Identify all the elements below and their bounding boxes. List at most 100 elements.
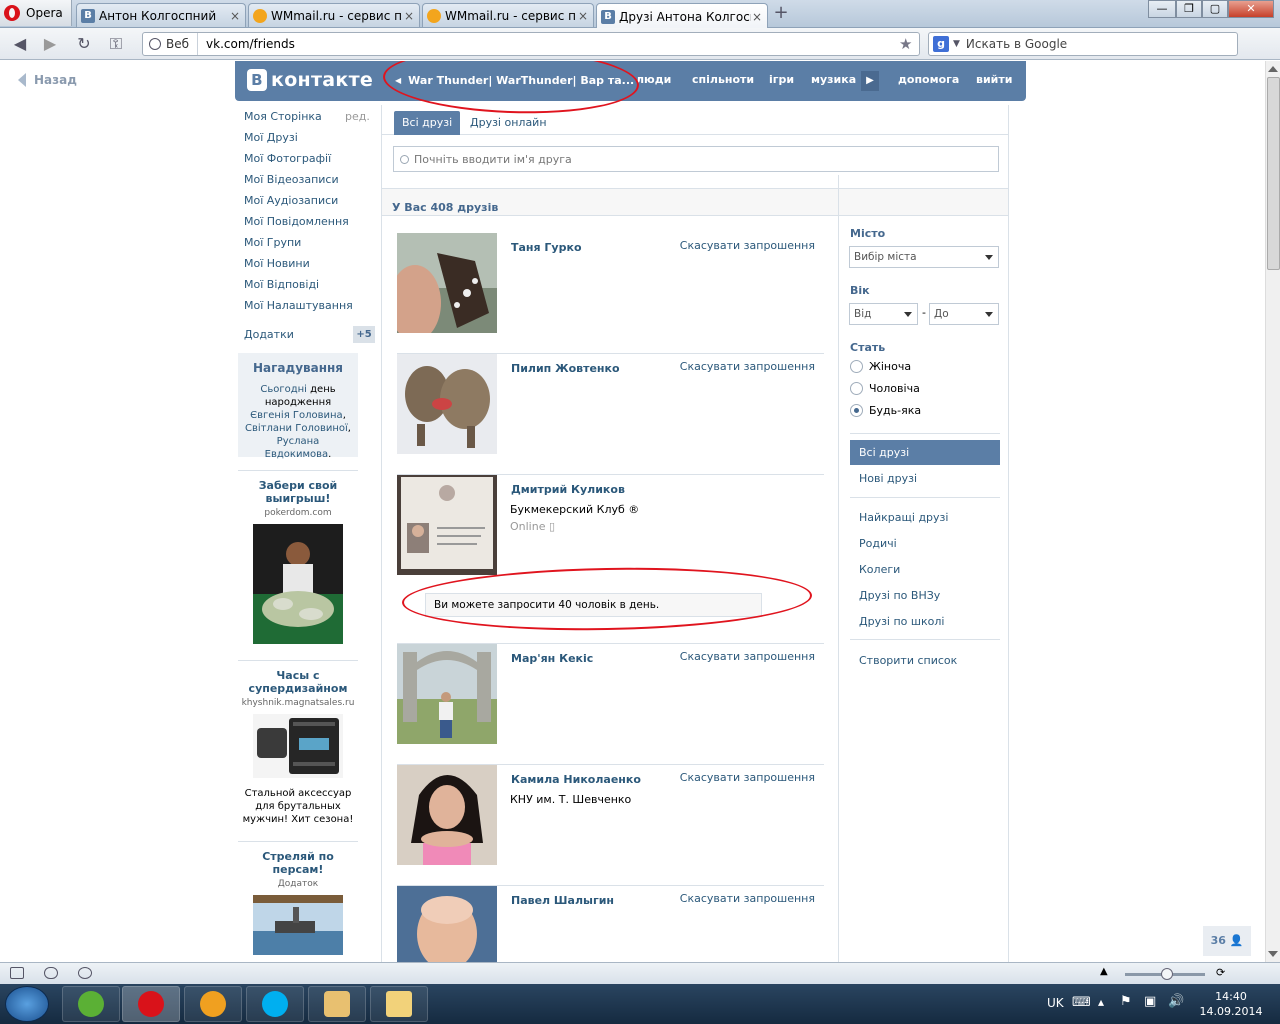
nav-communities[interactable]: спільноти	[692, 73, 754, 86]
chevron-down-icon[interactable]: ▼	[953, 39, 960, 49]
ad-block[interactable]: Забери свой выигрыш! pokerdom.com	[238, 470, 358, 647]
ad-title[interactable]: Забери свой выигрыш!	[238, 471, 358, 505]
game-ticker[interactable]: ◀ War Thunder| WarThunder| Вар та...	[385, 67, 634, 93]
url-text[interactable]: vk.com/friends	[198, 37, 899, 51]
key-icon[interactable]: ⚿	[106, 34, 126, 54]
cloud-icon[interactable]	[44, 967, 58, 979]
menu-my-audio[interactable]: Мої Аудіозаписи	[244, 194, 376, 215]
chevron-right-icon[interactable]: ▶	[861, 71, 879, 91]
tab-all-friends[interactable]: Всі друзі	[394, 111, 461, 135]
ad-block[interactable]: Стреляй по персам! Додаток	[238, 841, 358, 958]
radio-label[interactable]: Чоловіча	[869, 382, 920, 395]
apps-row[interactable]: Додатки +5	[244, 326, 376, 343]
edit-menu-link[interactable]: ред.	[345, 110, 370, 123]
radio-label[interactable]: Будь-яка	[869, 404, 921, 417]
view-icon[interactable]: ▲	[1100, 966, 1108, 977]
zoom-slider[interactable]	[1125, 968, 1205, 980]
friend-name[interactable]: Дмитрий Куликов	[511, 483, 625, 496]
browser-tab-active[interactable]: B Друзі Антона Колгосп... ×	[596, 3, 768, 29]
friend-name[interactable]: Таня Гурко	[511, 241, 582, 254]
aimp-taskbar-button[interactable]	[184, 986, 242, 1022]
friend-search-input[interactable]: Почніть вводити ім'я друга	[393, 146, 999, 172]
nav-music[interactable]: музика	[811, 73, 856, 86]
filter-relatives[interactable]: Родичі	[850, 531, 1000, 556]
close-window-button[interactable]: ✕	[1228, 0, 1274, 18]
cancel-request-link[interactable]: Скасувати запрошення	[680, 771, 815, 784]
scroll-up-icon[interactable]	[1268, 66, 1278, 72]
ad-title[interactable]: Стреляй по персам!	[238, 842, 358, 876]
tab-friends-online[interactable]: Друзі онлайн	[462, 111, 555, 135]
filter-school-friends[interactable]: Друзі по школі	[850, 609, 1000, 634]
back-link[interactable]: Назад	[18, 73, 77, 87]
apps-count-badge[interactable]: +5	[353, 326, 375, 343]
menu-my-videos[interactable]: Мої Відеозаписи	[244, 173, 376, 194]
close-icon[interactable]: ×	[577, 9, 589, 23]
maximize-button[interactable]: ▢	[1202, 0, 1228, 18]
close-icon[interactable]: ×	[751, 10, 763, 24]
new-tab-button[interactable]: +	[772, 4, 790, 23]
vk-logo[interactable]: В контакте	[247, 69, 373, 91]
filter-colleagues[interactable]: Колеги	[850, 557, 1000, 582]
menu-my-photos[interactable]: Мої Фотографії	[244, 152, 376, 173]
google-icon[interactable]: g	[933, 36, 949, 52]
radio-icon[interactable]	[850, 382, 863, 395]
skype-taskbar-button[interactable]	[246, 986, 304, 1022]
cancel-request-link[interactable]: Скасувати запрошення	[680, 650, 815, 663]
language-indicator[interactable]: UK	[1047, 996, 1064, 1010]
avatar[interactable]	[397, 354, 497, 454]
menu-my-friends[interactable]: Мої Друзі	[244, 131, 376, 152]
restore-button[interactable]: ❐	[1176, 0, 1202, 18]
ad-image[interactable]	[253, 895, 343, 955]
speed-dial-icon[interactable]	[78, 967, 92, 979]
cancel-request-link[interactable]: Скасувати запрошення	[680, 360, 815, 373]
game-title[interactable]: War Thunder| WarThunder| Вар та...	[408, 74, 634, 87]
avatar[interactable]	[397, 475, 497, 575]
paint-taskbar-button[interactable]	[308, 986, 366, 1022]
back-arrow-icon[interactable]: ◀	[10, 34, 30, 54]
bookmark-star-icon[interactable]: ★	[899, 35, 919, 53]
radio-icon[interactable]	[850, 360, 863, 373]
city-select[interactable]: Вибір міста	[849, 246, 999, 268]
keyboard-icon[interactable]: ⌨	[1072, 995, 1091, 1010]
flag-icon[interactable]: ⚑	[1120, 994, 1132, 1009]
friend-name[interactable]: Павел Шалыгин	[511, 894, 614, 907]
network-icon[interactable]: ▣	[1144, 994, 1156, 1009]
page-scrollbar[interactable]	[1265, 61, 1280, 962]
friend-name[interactable]: Мар'ян Кекіс	[511, 652, 593, 665]
filter-all-friends[interactable]: Всі друзі	[850, 440, 1000, 465]
reminder-person-link[interactable]: Світлани Головиної	[245, 423, 348, 434]
start-button[interactable]	[5, 986, 49, 1022]
close-icon[interactable]: ×	[229, 9, 241, 23]
web-badge[interactable]: Веб	[143, 33, 199, 55]
panel-toggle-icon[interactable]	[10, 967, 24, 979]
chevron-left-icon[interactable]: ◀	[395, 76, 401, 85]
create-list-link[interactable]: Створити список	[850, 648, 1000, 673]
nav-games[interactable]: ігри	[769, 73, 794, 86]
sex-any-radio[interactable]: Будь-яка	[850, 404, 921, 417]
reload-icon[interactable]: ↻	[74, 34, 94, 54]
nav-people[interactable]: люди	[636, 73, 671, 86]
online-counter[interactable]: 36 👤	[1203, 926, 1251, 956]
sex-male-radio[interactable]: Чоловіча	[850, 382, 920, 395]
apps-label[interactable]: Додатки	[244, 328, 294, 341]
explorer-taskbar-button[interactable]	[370, 986, 428, 1022]
nav-help[interactable]: допомога	[898, 73, 959, 86]
opera-menu-button[interactable]: Opera	[0, 0, 72, 26]
ad-block[interactable]: Часы с супердизайном khyshnik.magnatsale…	[238, 660, 358, 826]
system-clock[interactable]: 14:40 14.09.2014	[1196, 989, 1266, 1019]
scroll-down-icon[interactable]	[1268, 951, 1278, 957]
avatar[interactable]	[397, 765, 497, 865]
browser-tab[interactable]: B Антон Колгоспний ×	[76, 3, 246, 27]
tray-arrow-icon[interactable]: ▴	[1098, 995, 1104, 1009]
close-icon[interactable]: ×	[403, 9, 415, 23]
reminder-today-link[interactable]: Сьогодні	[260, 384, 307, 395]
zoom-reset-icon[interactable]: ⟳	[1216, 966, 1225, 979]
scroll-thumb[interactable]	[1267, 77, 1280, 270]
radio-label[interactable]: Жіноча	[869, 360, 911, 373]
reminder-person-link[interactable]: Євгенія Головина	[250, 410, 343, 421]
menu-my-groups[interactable]: Мої Групи	[244, 236, 376, 257]
menu-my-messages[interactable]: Мої Повідомлення	[244, 215, 376, 236]
age-from-select[interactable]: Від	[849, 303, 918, 325]
cancel-request-link[interactable]: Скасувати запрошення	[680, 239, 815, 252]
address-field[interactable]: Веб vk.com/friends ★	[142, 32, 920, 56]
